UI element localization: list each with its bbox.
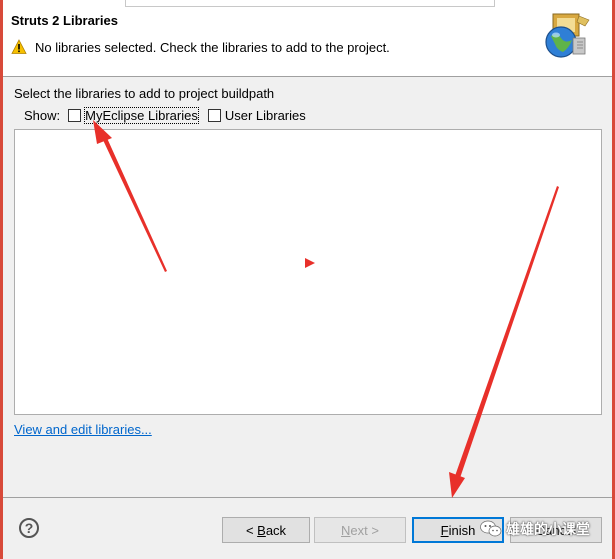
instruction-label: Select the libraries to add to project b… xyxy=(14,86,275,101)
title-bar-remnant xyxy=(125,0,495,7)
myeclipse-libraries-checkbox[interactable]: MyEclipse Libraries xyxy=(68,107,199,124)
wechat-icon xyxy=(480,520,502,537)
warning-icon xyxy=(11,39,27,54)
window-frame-left xyxy=(0,0,3,559)
button-bar-divider xyxy=(3,497,612,498)
help-icon[interactable]: ? xyxy=(19,518,39,538)
user-libraries-label[interactable]: User Libraries xyxy=(225,108,306,123)
wizard-title: Struts 2 Libraries xyxy=(11,13,118,28)
checkbox-box[interactable] xyxy=(207,109,221,122)
myeclipse-libraries-label[interactable]: MyEclipse Libraries xyxy=(84,107,199,124)
wizard-header: Struts 2 Libraries No libraries selected… xyxy=(3,0,612,77)
wizard-message-text: No libraries selected. Check the librari… xyxy=(35,39,390,55)
next-button-label: Next > xyxy=(341,522,379,538)
finish-button-label: Finish xyxy=(440,522,476,538)
checkbox-box[interactable] xyxy=(68,109,82,122)
view-edit-libraries-link[interactable]: View and edit libraries... xyxy=(14,422,152,437)
wizard-message: No libraries selected. Check the librari… xyxy=(11,39,390,55)
watermark: 雄雄的小课堂 xyxy=(480,519,590,539)
show-filter-row: Show: MyEclipse Libraries User Libraries xyxy=(24,107,316,124)
user-libraries-checkbox[interactable]: User Libraries xyxy=(207,108,306,123)
next-button[interactable]: Next > xyxy=(314,517,406,543)
show-label: Show: xyxy=(24,108,61,123)
annotation-arrowhead xyxy=(449,472,465,498)
back-button-label: < Back xyxy=(245,522,287,538)
globe-wizard-icon xyxy=(545,13,590,58)
back-button[interactable]: < Back xyxy=(222,517,310,543)
library-list[interactable] xyxy=(14,129,602,415)
watermark-text: 雄雄的小课堂 xyxy=(506,521,590,537)
